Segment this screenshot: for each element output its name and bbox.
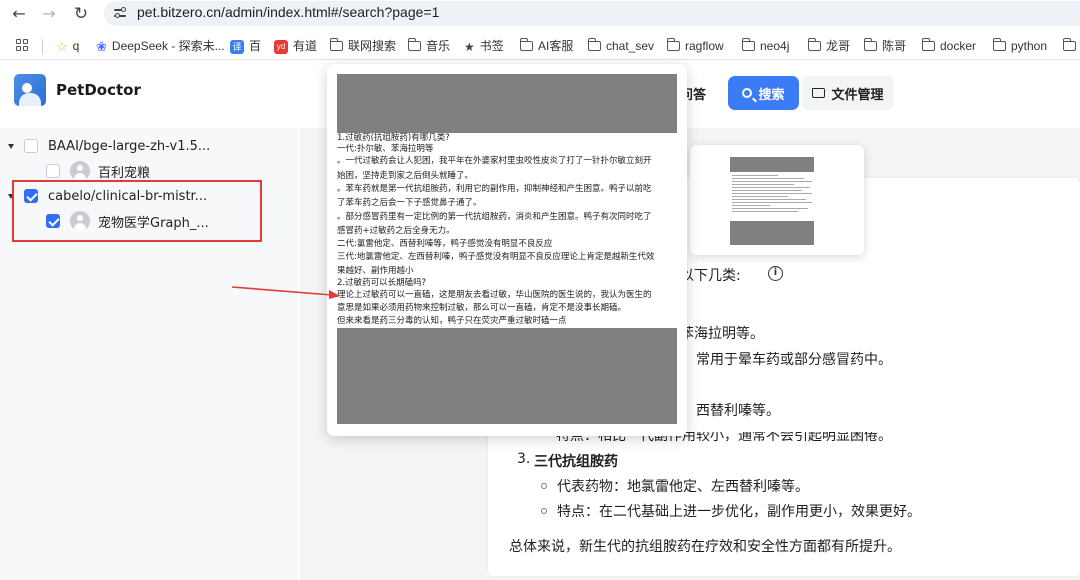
search-button[interactable]: 搜索 (728, 76, 799, 110)
bookmark-music[interactable]: 音乐 (407, 37, 450, 55)
preview-line: 。部分感冒药里有一定比例的第一代抗组胺药，消炎和产生困意。鸭子有次同时吃了 (337, 212, 652, 222)
bookmark-translate[interactable]: 译百 (230, 37, 261, 55)
tree-checkbox[interactable] (24, 139, 38, 153)
folder-icon (587, 37, 601, 51)
petdoctor-logo (14, 74, 46, 106)
user-avatar-icon (70, 161, 90, 181)
file-management-button[interactable]: 文件管理 (802, 76, 894, 110)
preview-line: 2.过敏药可以长期磕吗? (337, 278, 427, 288)
preview-line: 意思是如果必须用药物来控制过敏，那么可以一直磕，肯定不是没事长期磕。 (337, 303, 627, 313)
preview-line: 感冒药+过敏药之后全身无力。 (337, 226, 455, 236)
preview-line: 。一代过敏药会让人犯困，我平年在外婆家村里虫咬性皮炎了打了一针扑尔敏立刻开 (337, 156, 652, 166)
preview-line: 始困，坚持走到家之后倒头就睡了。 (337, 171, 474, 181)
star-filled-icon: ★ (464, 39, 475, 54)
annotation-arrow-icon (231, 286, 340, 299)
source-thumbnail-popover (690, 145, 864, 255)
preview-line: 二代:氯雷他定、西替利嗪等，鸭子感觉没有明显不良反应 (337, 239, 553, 249)
bookmark-chenge[interactable]: 陈哥 (863, 37, 906, 55)
tree-group-label: BAAI/bge-large-zh-v1.5... (48, 138, 211, 154)
folder-icon (407, 37, 421, 51)
back-arrow-icon[interactable]: ← (8, 4, 30, 24)
folder-icon (329, 37, 343, 51)
bookmark-docker[interactable]: docker (921, 37, 976, 55)
forward-arrow-icon[interactable]: → (38, 4, 60, 24)
gen3-feature: 特点：在二代基础上进一步优化，副作用更小，效果更好。 (557, 504, 921, 520)
bookmark-more[interactable] (1062, 37, 1080, 55)
youdao-icon: yd (274, 39, 288, 54)
info-icon[interactable]: i (768, 266, 783, 281)
preview-line: 。苯车药就是第一代抗组胺药，利用它的副作用，抑制神经和产生困意。鸭子以前吃 (337, 184, 652, 194)
preview-line: 果越好、副作用越小 (337, 266, 414, 276)
gen3-number: 3. (517, 451, 531, 467)
folder-icon (992, 37, 1006, 51)
bookmark-neo4j[interactable]: neo4j (741, 37, 789, 55)
source-image-preview: 1.过敏药(抗组胺药)有哪几类? 一代:扑尔敏、苯海拉明等 。一代过敏药会让人犯… (327, 64, 687, 436)
omnibox[interactable]: pet.bitzero.cn/admin/index.html#/search?… (104, 1, 1080, 26)
apps-grid-icon[interactable] (16, 39, 29, 52)
deepseek-icon: ❀ (96, 38, 107, 54)
bookmark-longge[interactable]: 龙哥 (807, 37, 850, 55)
app-name: PetDoctor (56, 81, 141, 99)
folder-icon (863, 37, 877, 51)
folder-icon (519, 37, 533, 51)
bookmark-q[interactable]: ☆ q (56, 37, 79, 55)
bookmark-youdao[interactable]: yd 有道 (274, 37, 317, 55)
bookmark-chat-sev[interactable]: chat_sev (587, 37, 654, 55)
bookmark-python[interactable]: python (992, 37, 1047, 55)
highlight-annotation-box (12, 180, 262, 242)
bookmark-ai-service[interactable]: AI客服 (519, 37, 573, 55)
redacted-block (337, 74, 677, 133)
bookmark-deepseek[interactable]: ❀ DeepSeek - 探索未... (96, 37, 225, 55)
preview-line: 一代:扑尔敏、苯海拉明等 (337, 144, 434, 154)
folder-icon (807, 37, 821, 51)
tree-group-bge[interactable]: BAAI/bge-large-zh-v1.5... (8, 134, 210, 158)
preview-line: 1.过敏药(抗组胺药)有哪几类? (337, 133, 450, 143)
caret-down-icon[interactable] (8, 143, 14, 149)
gen3-drugs: 代表药物：地氯雷他定、左西替利嗪等。 (557, 479, 809, 495)
star-icon: ☆ (56, 38, 68, 54)
preview-line: 但来来看是药三分毒的认知，鸭子只在荧灾严重过敏时磕一点 (337, 316, 567, 326)
address-bar-row: ← → ↻ pet.bitzero.cn/admin/index.html#/s… (0, 0, 1080, 28)
folder-icon (921, 37, 935, 51)
search-icon (742, 88, 753, 98)
gen1-drugs-fragment: 苯海拉明等。 (680, 326, 764, 342)
preview-line: 三代:地氯雷他定、左西替利嗪，鸭子感觉没有明显不良反应理论上肯定是越新生代效 (337, 252, 655, 262)
reload-icon[interactable]: ↻ (70, 4, 92, 24)
folder-icon (666, 37, 680, 51)
gen1-feature-fragment: 常用于晕车药或部分感冒药中。 (696, 352, 892, 368)
gen2-drugs-fragment: 西替利嗪等。 (696, 403, 780, 419)
folder-icon (741, 37, 755, 51)
site-info-icon[interactable] (112, 5, 130, 22)
answer-intro-fragment: 以下几类: (680, 268, 741, 284)
source-thumbnail-image[interactable] (730, 157, 814, 245)
folder-icon (1062, 37, 1076, 51)
translate-icon: 译 (230, 39, 244, 54)
url-text[interactable]: pet.bitzero.cn/admin/index.html#/search?… (137, 4, 439, 20)
bookmark-ragflow[interactable]: ragflow (666, 37, 724, 55)
folder-icon (812, 88, 826, 98)
tree-checkbox[interactable] (46, 164, 60, 178)
bookmarks-divider (42, 39, 43, 54)
tree-item-label: 百利宠粮 (98, 165, 151, 181)
bookmark-web-search[interactable]: 联网搜索 (329, 37, 396, 55)
gen3-title: 三代抗组胺药 (534, 454, 618, 470)
bullet-icon (541, 483, 547, 489)
preview-line: 了苯车药之后会一下子感觉鼻子通了。 (337, 198, 482, 208)
redacted-block (337, 328, 677, 424)
preview-line: 理论上过敏药可以一直磕，这是朋友去看过敏，华山医院的医生说的，我认为医生的 (337, 290, 652, 300)
bookmarks-bar: ☆ q ❀ DeepSeek - 探索未... 译百 yd 有道 联网搜索 音乐 ★ 书… (0, 32, 1080, 60)
answer-summary: 总体来说，新生代的抗组胺药在疗效和安全性方面都有所提升。 (509, 539, 901, 555)
bookmark-bookmarks[interactable]: ★ 书签 (464, 37, 504, 55)
bullet-icon (541, 508, 547, 514)
app-header: PetDoctor (0, 61, 300, 123)
